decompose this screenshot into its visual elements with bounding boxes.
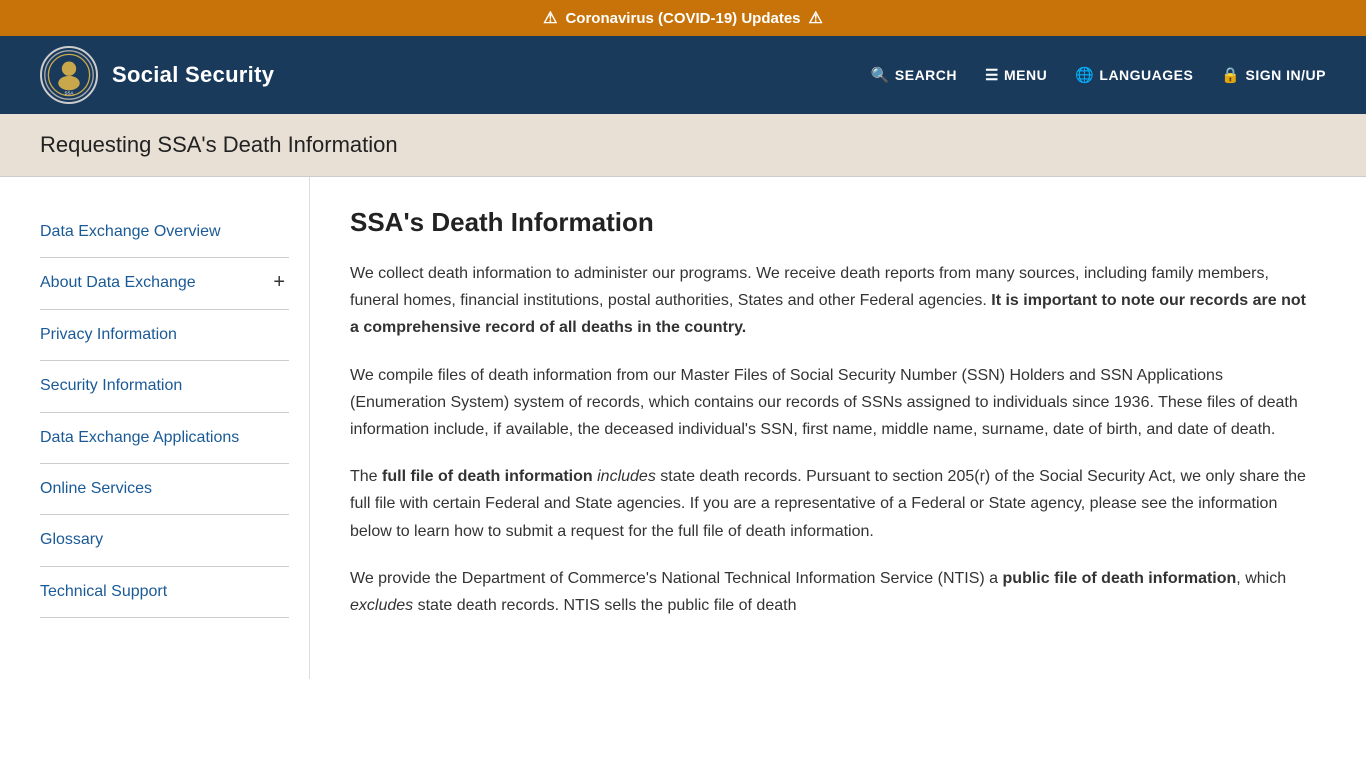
site-header: SSA Social Security 🔍 SEARCH ☰ MENU 🌐 LA… <box>0 36 1366 114</box>
p3-bold: full file of death information <box>382 468 593 485</box>
warning-icon: ⚠ <box>543 8 557 28</box>
sidebar-link-data-exchange-applications[interactable]: Data Exchange Applications <box>40 427 289 449</box>
ssa-logo: SSA <box>40 46 98 104</box>
p4-comma: , which <box>1236 570 1286 587</box>
expand-about-data-exchange-button[interactable]: + <box>269 272 289 292</box>
site-title: Social Security <box>112 62 274 88</box>
alert-bar[interactable]: ⚠ Coronavirus (COVID-19) Updates ⚠ <box>0 0 1366 36</box>
paragraph-1: We collect death information to administ… <box>350 260 1316 342</box>
svg-text:SSA: SSA <box>65 91 74 96</box>
sidebar-item-about-data-exchange[interactable]: About Data Exchange + <box>40 258 289 309</box>
sidebar: Data Exchange Overview About Data Exchan… <box>0 177 310 679</box>
main-heading: SSA's Death Information <box>350 207 1316 238</box>
paragraph-3: The full file of death information inclu… <box>350 463 1316 545</box>
header-nav: 🔍 SEARCH ☰ MENU 🌐 LANGUAGES 🔒 SIGN IN/UP <box>871 66 1326 84</box>
p4-bold: public file of death information <box>1003 570 1237 587</box>
p4-rest: state death records. NTIS sells the publ… <box>413 597 796 614</box>
search-nav-item[interactable]: 🔍 SEARCH <box>871 66 957 84</box>
header-logo-area: SSA Social Security <box>40 46 274 104</box>
sidebar-item-glossary[interactable]: Glossary <box>40 515 289 566</box>
signin-label: SIGN IN/UP <box>1246 67 1326 83</box>
signin-nav-item[interactable]: 🔒 SIGN IN/UP <box>1221 66 1326 84</box>
sidebar-link-glossary[interactable]: Glossary <box>40 529 289 551</box>
page-title-bar: Requesting SSA's Death Information <box>0 114 1366 177</box>
sidebar-item-online-services[interactable]: Online Services <box>40 464 289 515</box>
sidebar-item-privacy-information[interactable]: Privacy Information <box>40 310 289 361</box>
search-label: SEARCH <box>895 67 957 83</box>
sidebar-link-privacy-information[interactable]: Privacy Information <box>40 324 289 346</box>
lock-icon: 🔒 <box>1221 66 1240 84</box>
menu-label: MENU <box>1004 67 1047 83</box>
main-content: SSA's Death Information We collect death… <box>310 177 1366 679</box>
p2-normal: We compile files of death information fr… <box>350 367 1298 438</box>
languages-nav-item[interactable]: 🌐 LANGUAGES <box>1075 66 1193 84</box>
sidebar-item-technical-support[interactable]: Technical Support <box>40 567 289 618</box>
paragraph-2: We compile files of death information fr… <box>350 362 1316 444</box>
p3-italic: includes <box>597 468 656 485</box>
p4-italic: excludes <box>350 597 413 614</box>
content-wrapper: Data Exchange Overview About Data Exchan… <box>0 177 1366 679</box>
p4-intro: We provide the Department of Commerce's … <box>350 570 1003 587</box>
p3-intro: The <box>350 468 382 485</box>
sidebar-link-data-exchange-overview[interactable]: Data Exchange Overview <box>40 221 289 243</box>
paragraph-4: We provide the Department of Commerce's … <box>350 565 1316 619</box>
warning-icon-2: ⚠ <box>809 8 823 28</box>
languages-label: LANGUAGES <box>1099 67 1193 83</box>
search-icon: 🔍 <box>871 66 890 84</box>
sidebar-item-data-exchange-applications[interactable]: Data Exchange Applications <box>40 413 289 464</box>
globe-icon: 🌐 <box>1075 66 1094 84</box>
sidebar-item-security-information[interactable]: Security Information <box>40 361 289 412</box>
sidebar-item-data-exchange-overview[interactable]: Data Exchange Overview <box>40 207 289 258</box>
sidebar-link-security-information[interactable]: Security Information <box>40 375 289 397</box>
sidebar-link-technical-support[interactable]: Technical Support <box>40 581 289 603</box>
sidebar-link-about-data-exchange[interactable]: About Data Exchange <box>40 272 269 294</box>
sidebar-link-online-services[interactable]: Online Services <box>40 478 289 500</box>
page-title: Requesting SSA's Death Information <box>40 132 1326 158</box>
alert-text: Coronavirus (COVID-19) Updates <box>565 10 800 27</box>
menu-nav-item[interactable]: ☰ MENU <box>985 66 1047 84</box>
menu-icon: ☰ <box>985 66 999 84</box>
